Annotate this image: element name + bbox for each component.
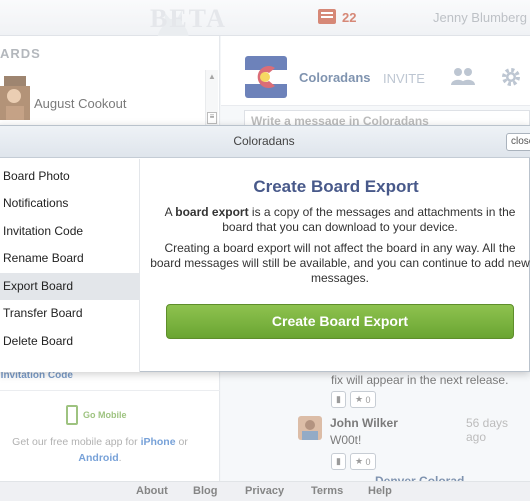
menu-item-board-photo[interactable]: Board Photo	[0, 163, 140, 190]
create-board-export-button[interactable]: Create Board Export	[166, 304, 514, 339]
desc-rest: is a copy of the messages and attachment…	[222, 205, 516, 234]
menu-item-notifications[interactable]: Notifications	[0, 190, 140, 217]
settings-menu: Board Photo Notifications Invitation Cod…	[0, 159, 140, 372]
menu-item-delete-board[interactable]: Delete Board	[0, 328, 140, 355]
close-button[interactable]: close	[506, 133, 530, 151]
export-panel: Create Board Export A board export is a …	[141, 159, 530, 372]
menu-item-rename-board[interactable]: Rename Board	[0, 245, 140, 272]
dialog-title: Coloradans	[233, 134, 295, 148]
menu-item-transfer-board[interactable]: Transfer Board	[0, 300, 140, 327]
export-description: A board export is a copy of the messages…	[155, 205, 525, 235]
export-heading: Create Board Export	[253, 177, 419, 196]
board-settings-dialog: Coloradans close Board Photo Notificatio…	[0, 125, 530, 372]
dialog-header: Coloradans close	[0, 126, 530, 158]
export-note: Creating a board export will not affect …	[150, 241, 530, 285]
desc-bold: board export	[175, 205, 249, 219]
desc-prefix: A	[164, 205, 176, 219]
menu-item-invitation-code[interactable]: Invitation Code	[0, 218, 140, 245]
menu-item-export-board[interactable]: Export Board	[0, 273, 140, 300]
